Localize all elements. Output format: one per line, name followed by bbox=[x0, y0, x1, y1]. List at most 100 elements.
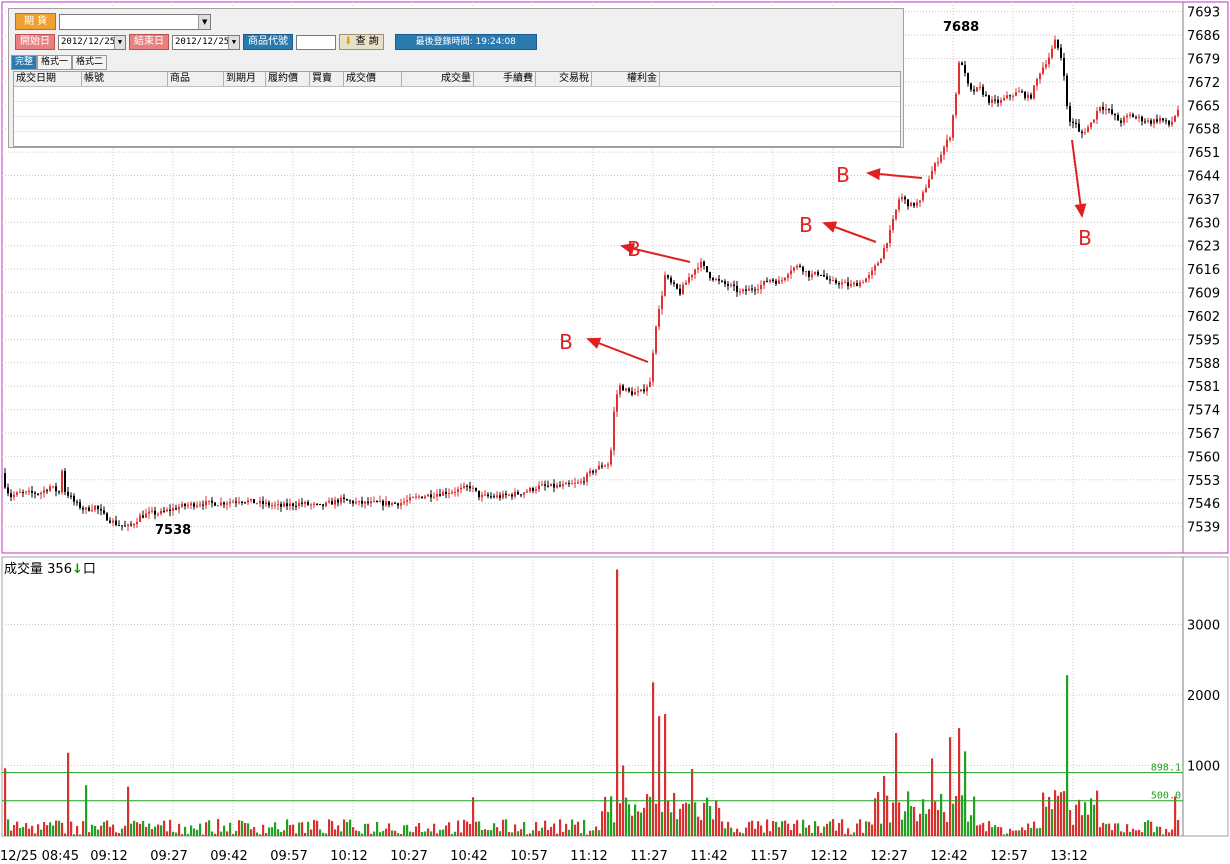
volume-bar bbox=[394, 830, 397, 836]
volume-bar bbox=[151, 829, 154, 836]
volume-bar bbox=[856, 823, 859, 836]
volume-bar bbox=[580, 833, 583, 836]
end-date-picker[interactable]: 2012/12/25 ▼ bbox=[172, 34, 240, 50]
volume-bar bbox=[634, 804, 637, 836]
candle-body bbox=[103, 510, 105, 514]
tab-format-1[interactable]: 格式一 bbox=[37, 55, 73, 70]
volume-bar bbox=[655, 803, 658, 836]
volume-bar bbox=[874, 798, 877, 836]
volume-bar bbox=[226, 831, 229, 836]
chevron-down-icon[interactable]: ▼ bbox=[114, 35, 125, 49]
candle-body bbox=[427, 494, 429, 497]
volume-bar bbox=[811, 832, 814, 836]
volume-bar bbox=[859, 819, 862, 836]
volume-bar bbox=[781, 821, 784, 836]
market-select[interactable]: ▼ bbox=[59, 13, 212, 30]
candle-body bbox=[1162, 118, 1164, 121]
candle-body bbox=[637, 391, 639, 393]
candle-body bbox=[967, 72, 969, 84]
volume-bar bbox=[202, 834, 205, 836]
candle-body bbox=[805, 270, 807, 272]
candle-body bbox=[1030, 94, 1032, 99]
candle-body bbox=[997, 99, 999, 103]
volume-bar bbox=[22, 826, 25, 836]
candle-body bbox=[355, 501, 357, 504]
candle-body bbox=[301, 502, 303, 504]
x-tick-label: 09:27 bbox=[150, 849, 187, 864]
column-header[interactable]: 手續費 bbox=[474, 72, 536, 86]
candle-body bbox=[841, 282, 843, 285]
candle-body bbox=[73, 495, 75, 502]
column-header[interactable]: 帳號 bbox=[82, 72, 168, 86]
volume-bar bbox=[1072, 824, 1075, 836]
volume-bar bbox=[511, 832, 514, 836]
candle-body bbox=[139, 515, 141, 522]
volume-bar bbox=[28, 828, 31, 836]
volume-bar bbox=[778, 827, 781, 836]
candle-body bbox=[160, 510, 162, 514]
volume-bar bbox=[397, 833, 400, 836]
volume-bar bbox=[754, 828, 757, 836]
candle-body bbox=[913, 202, 915, 206]
candle-body bbox=[724, 281, 726, 284]
query-button[interactable]: ⬇ 查 詢 bbox=[339, 34, 384, 50]
column-header[interactable]: 成交日期 bbox=[14, 72, 82, 86]
candle-body bbox=[421, 496, 423, 499]
column-header[interactable]: 到期月 bbox=[224, 72, 266, 86]
chevron-down-icon[interactable]: ▼ bbox=[198, 14, 211, 29]
candle-body bbox=[1147, 120, 1149, 122]
volume-bar bbox=[457, 820, 460, 836]
column-header[interactable]: 商品 bbox=[168, 72, 224, 86]
candle-body bbox=[385, 501, 387, 506]
volume-bar bbox=[787, 823, 790, 836]
candle-body bbox=[1012, 95, 1014, 97]
candle-body bbox=[343, 497, 345, 500]
candle-body bbox=[1075, 122, 1077, 124]
y-tick-label: 7686 bbox=[1187, 29, 1220, 44]
volume-bar bbox=[280, 831, 283, 836]
volume-bar bbox=[493, 823, 496, 836]
volume-bar bbox=[331, 821, 334, 836]
volume-bar bbox=[1156, 826, 1159, 836]
column-header[interactable]: 交易稅 bbox=[536, 72, 592, 86]
volume-bar bbox=[1153, 832, 1156, 836]
volume-bar bbox=[295, 833, 298, 836]
chevron-down-icon[interactable]: ▼ bbox=[228, 35, 239, 49]
candle-body bbox=[148, 511, 150, 514]
candle-body bbox=[628, 388, 630, 392]
volume-bar bbox=[739, 832, 742, 836]
volume-bar bbox=[724, 828, 727, 836]
product-code-input[interactable] bbox=[296, 34, 336, 50]
volume-bar bbox=[973, 796, 976, 836]
volume-bar bbox=[853, 832, 856, 836]
column-header[interactable]: 權利金 bbox=[592, 72, 660, 86]
volume-bar bbox=[1132, 828, 1135, 836]
candle-body bbox=[1177, 109, 1179, 116]
candle-body bbox=[757, 289, 759, 291]
column-header[interactable]: 成交量 bbox=[402, 72, 474, 86]
tab-full[interactable]: 完整 bbox=[11, 55, 38, 70]
volume-bar bbox=[751, 820, 754, 836]
volume-bar bbox=[328, 819, 331, 836]
column-header[interactable]: 買賣 bbox=[310, 72, 344, 86]
candle-body bbox=[703, 261, 705, 266]
start-date-picker[interactable]: 2012/12/25 ▼ bbox=[58, 34, 126, 50]
candle-body bbox=[370, 501, 372, 504]
candle-body bbox=[472, 487, 474, 489]
candle-body bbox=[928, 179, 930, 188]
candle-body bbox=[1132, 114, 1134, 118]
y-tick-label: 7574 bbox=[1187, 404, 1220, 419]
volume-bar bbox=[388, 823, 391, 836]
candle-body bbox=[241, 501, 243, 503]
volume-bar bbox=[118, 833, 121, 836]
column-header[interactable]: 成交價 bbox=[344, 72, 402, 86]
tab-format-2[interactable]: 格式二 bbox=[72, 55, 108, 70]
candle-body bbox=[649, 381, 651, 388]
column-header[interactable]: 履約價 bbox=[266, 72, 310, 86]
candle-body bbox=[1021, 91, 1023, 93]
candle-body bbox=[187, 505, 189, 507]
candle-body bbox=[1039, 73, 1041, 80]
volume-bar bbox=[952, 803, 955, 836]
volume-bar bbox=[922, 799, 925, 836]
volume-bar bbox=[478, 821, 481, 836]
